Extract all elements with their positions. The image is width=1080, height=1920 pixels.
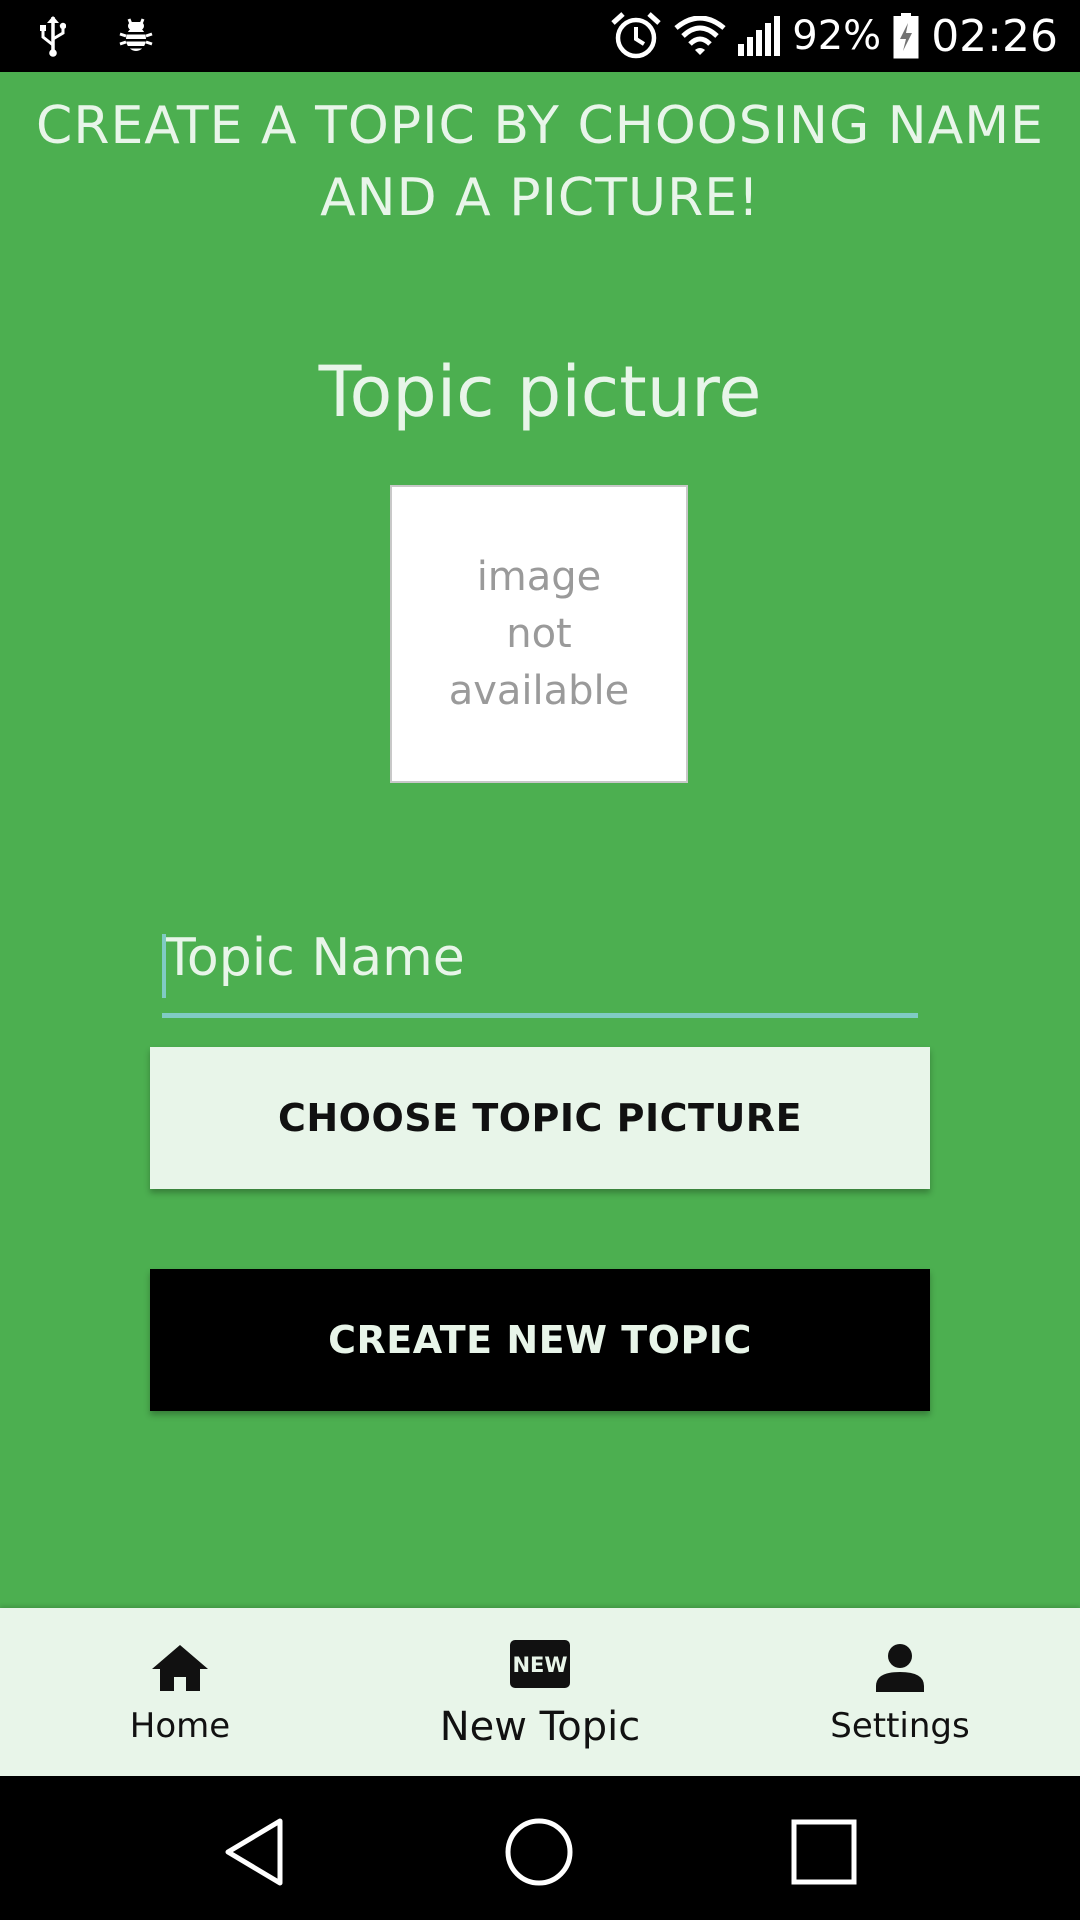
status-left-icons — [40, 14, 154, 58]
nav-label-home: Home — [129, 1706, 231, 1746]
placeholder-line: available — [448, 667, 630, 714]
back-icon[interactable] — [214, 1812, 294, 1892]
battery-charging-icon — [893, 13, 919, 59]
nav-item-new-topic[interactable]: NEW New Topic — [360, 1608, 720, 1776]
topic-name-input[interactable] — [162, 918, 918, 998]
image-not-available-placeholder: image not available — [449, 549, 630, 720]
input-underline — [162, 1013, 918, 1018]
nav-label-settings: Settings — [830, 1706, 970, 1746]
home-circle-icon[interactable] — [499, 1812, 579, 1892]
system-navigation-bar — [0, 1776, 1080, 1920]
bottom-navigation: Home NEW New Topic Settings — [0, 1608, 1080, 1776]
nav-item-settings[interactable]: Settings — [720, 1608, 1080, 1776]
topic-name-field — [162, 860, 918, 1020]
status-bar: 92% 02:26 — [0, 0, 1080, 72]
topic-picture-heading: Topic picture — [318, 351, 762, 433]
new-badge-icon: NEW — [509, 1636, 571, 1692]
wifi-icon — [674, 16, 726, 56]
alarm-icon — [610, 11, 662, 61]
status-right-icons: 92% 02:26 — [610, 8, 1058, 64]
create-new-topic-button[interactable]: CREATE NEW TOPIC — [150, 1269, 930, 1411]
recents-icon[interactable] — [784, 1812, 864, 1892]
topic-image-preview: image not available — [390, 485, 688, 783]
person-icon — [874, 1640, 926, 1696]
battery-percent: 92% — [792, 13, 882, 59]
clock: 02:26 — [931, 10, 1058, 62]
page-title: CREATE A TOPIC BY CHOOSING NAME AND A PI… — [36, 96, 1044, 228]
bug-icon — [118, 18, 154, 54]
new-badge-text: NEW — [512, 1653, 567, 1677]
placeholder-line: not — [506, 610, 572, 657]
placeholder-line: image — [476, 553, 602, 600]
text-cursor — [162, 934, 166, 998]
nav-label-new-topic: New Topic — [439, 1704, 641, 1750]
choose-topic-picture-button[interactable]: CHOOSE TOPIC PICTURE — [150, 1047, 930, 1189]
create-topic-screen: CREATE A TOPIC BY CHOOSING NAME AND A PI… — [0, 72, 1080, 1608]
usb-icon — [40, 15, 66, 57]
nav-item-home[interactable]: Home — [0, 1608, 360, 1776]
home-icon — [150, 1640, 210, 1696]
signal-icon — [738, 16, 781, 56]
